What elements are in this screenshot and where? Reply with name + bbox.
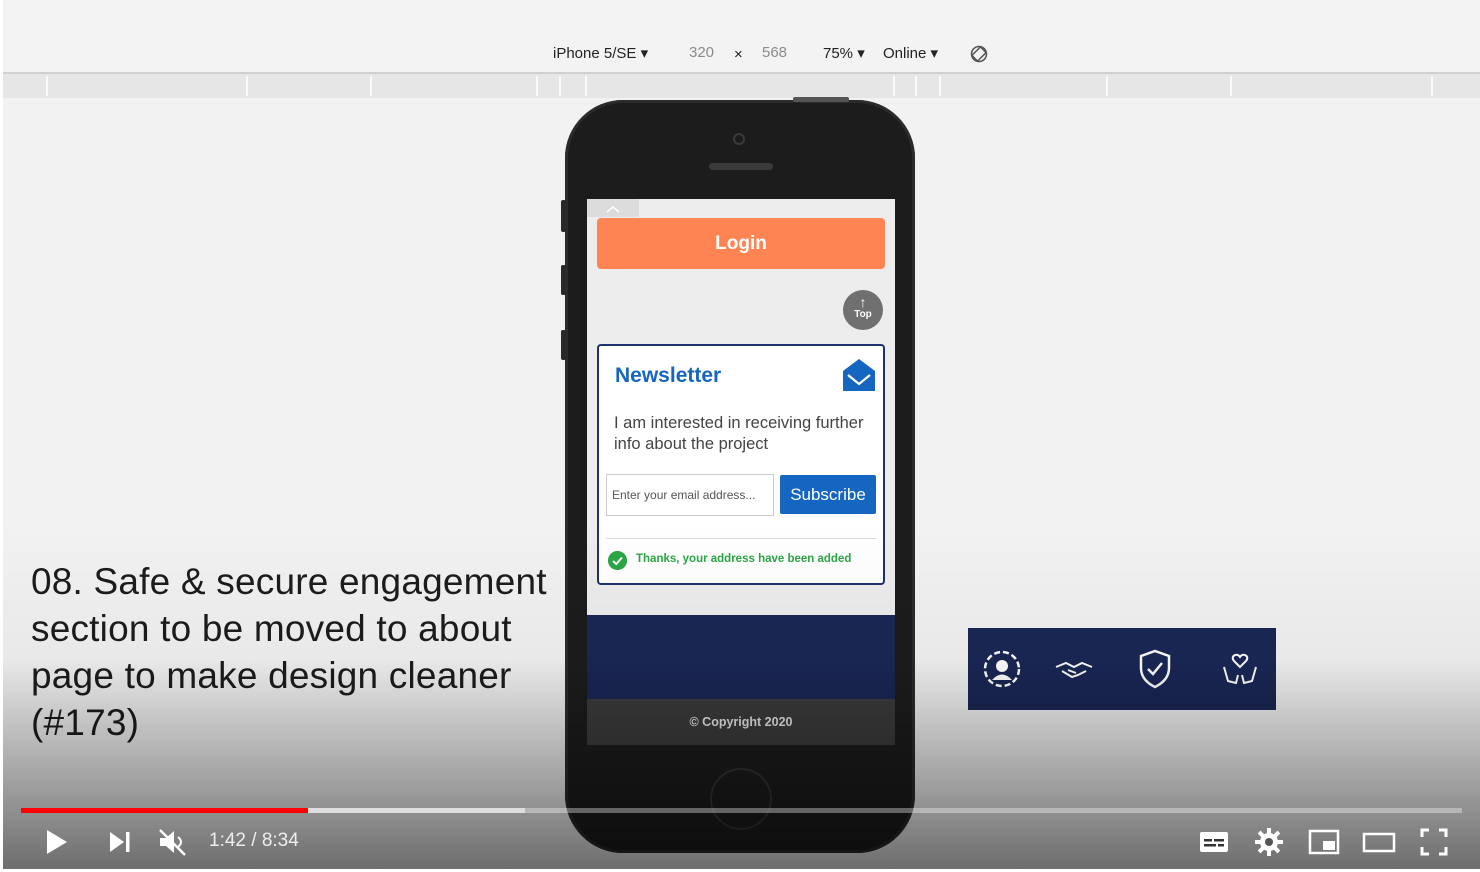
newsletter-card: Newsletter I am interested in receiving … xyxy=(597,344,885,585)
engagement-icons-panel xyxy=(968,628,1276,710)
handshake-icon xyxy=(1055,661,1093,679)
newsletter-description: I am interested in receiving further inf… xyxy=(614,414,864,453)
shield-check-icon xyxy=(1139,649,1171,689)
dimension-times: × xyxy=(734,46,743,63)
newsletter-title: Newsletter xyxy=(615,364,722,387)
ruler-divider xyxy=(585,76,587,96)
video-frame[interactable]: iPhone 5/SE ▾ 320 × 568 75% ▾ Online ▾ L… xyxy=(3,0,1480,869)
collapse-tab[interactable] xyxy=(587,199,639,217)
success-message: Thanks, your address have been added xyxy=(636,553,852,565)
ruler-divider xyxy=(559,76,561,96)
ruler-divider xyxy=(536,76,538,96)
caret-down-icon: ▾ xyxy=(640,45,649,62)
rotate-icon[interactable] xyxy=(969,44,989,64)
muted-volume-icon[interactable] xyxy=(154,824,190,860)
ruler-divider xyxy=(246,76,248,96)
play-icon[interactable] xyxy=(37,824,73,860)
arrow-up-icon: ↑ xyxy=(859,294,867,310)
power-button xyxy=(793,97,849,102)
progress-bar[interactable] xyxy=(21,808,1462,813)
phone-screen: Login ↑ Top Newsletter I am interested i… xyxy=(587,199,895,745)
device-toolbar: iPhone 5/SE ▾ 320 × 568 75% ▾ Online ▾ xyxy=(3,0,1480,72)
miniplayer-icon[interactable] xyxy=(1306,824,1342,860)
caret-down-icon: ▾ xyxy=(857,45,865,62)
check-circle-icon xyxy=(608,551,627,570)
theater-mode-icon[interactable] xyxy=(1361,824,1397,860)
people-circle-icon xyxy=(983,650,1021,688)
ruler-divider xyxy=(1230,76,1232,96)
media-query-bar xyxy=(3,72,1480,98)
network-select[interactable]: Online ▾ xyxy=(883,44,938,62)
email-input[interactable] xyxy=(606,474,774,516)
subtitles-icon[interactable] xyxy=(1196,824,1232,860)
zoom-value: 75% xyxy=(823,45,854,62)
back-to-top-button[interactable]: ↑ Top xyxy=(843,290,883,330)
ruler-divider xyxy=(915,76,917,96)
earpiece-speaker xyxy=(709,163,773,170)
ruler-divider xyxy=(893,76,895,96)
volume-up-button xyxy=(561,265,566,295)
divider xyxy=(606,538,876,539)
home-button xyxy=(710,768,772,830)
fullscreen-icon[interactable] xyxy=(1416,824,1452,860)
subscribe-button[interactable]: Subscribe xyxy=(780,475,876,514)
caret-down-icon: ▾ xyxy=(930,45,939,62)
width-input[interactable]: 320 xyxy=(689,44,714,61)
iphone-frame: Login ↑ Top Newsletter I am interested i… xyxy=(561,97,915,853)
time-display: 1:42 / 8:34 xyxy=(209,830,299,851)
device-select[interactable]: iPhone 5/SE ▾ xyxy=(553,44,648,62)
volume-down-button xyxy=(561,330,566,360)
next-icon[interactable] xyxy=(101,824,137,860)
height-input[interactable]: 568 xyxy=(762,44,787,61)
navy-section xyxy=(587,615,895,699)
copyright-footer: © Copyright 2020 xyxy=(587,699,895,745)
played-bar xyxy=(21,808,308,813)
network-value: Online xyxy=(883,45,927,62)
chevron-up-icon xyxy=(606,206,620,213)
front-camera xyxy=(733,133,745,145)
back-to-top-label: Top xyxy=(854,309,872,320)
settings-gear-icon[interactable] xyxy=(1251,824,1287,860)
login-button[interactable]: Login xyxy=(597,218,885,269)
hands-heart-icon xyxy=(1223,653,1257,685)
ruler-divider xyxy=(370,76,372,96)
slide-caption: 08. Safe & secure engagement section to … xyxy=(31,561,547,743)
ruler-divider xyxy=(46,76,48,96)
mute-switch xyxy=(561,200,566,232)
ruler-divider xyxy=(1431,76,1433,96)
envelope-icon xyxy=(843,359,875,391)
ruler-divider xyxy=(1106,76,1108,96)
device-name: iPhone 5/SE xyxy=(553,45,637,62)
zoom-select[interactable]: 75% ▾ xyxy=(823,44,865,62)
ruler-divider xyxy=(939,76,941,96)
